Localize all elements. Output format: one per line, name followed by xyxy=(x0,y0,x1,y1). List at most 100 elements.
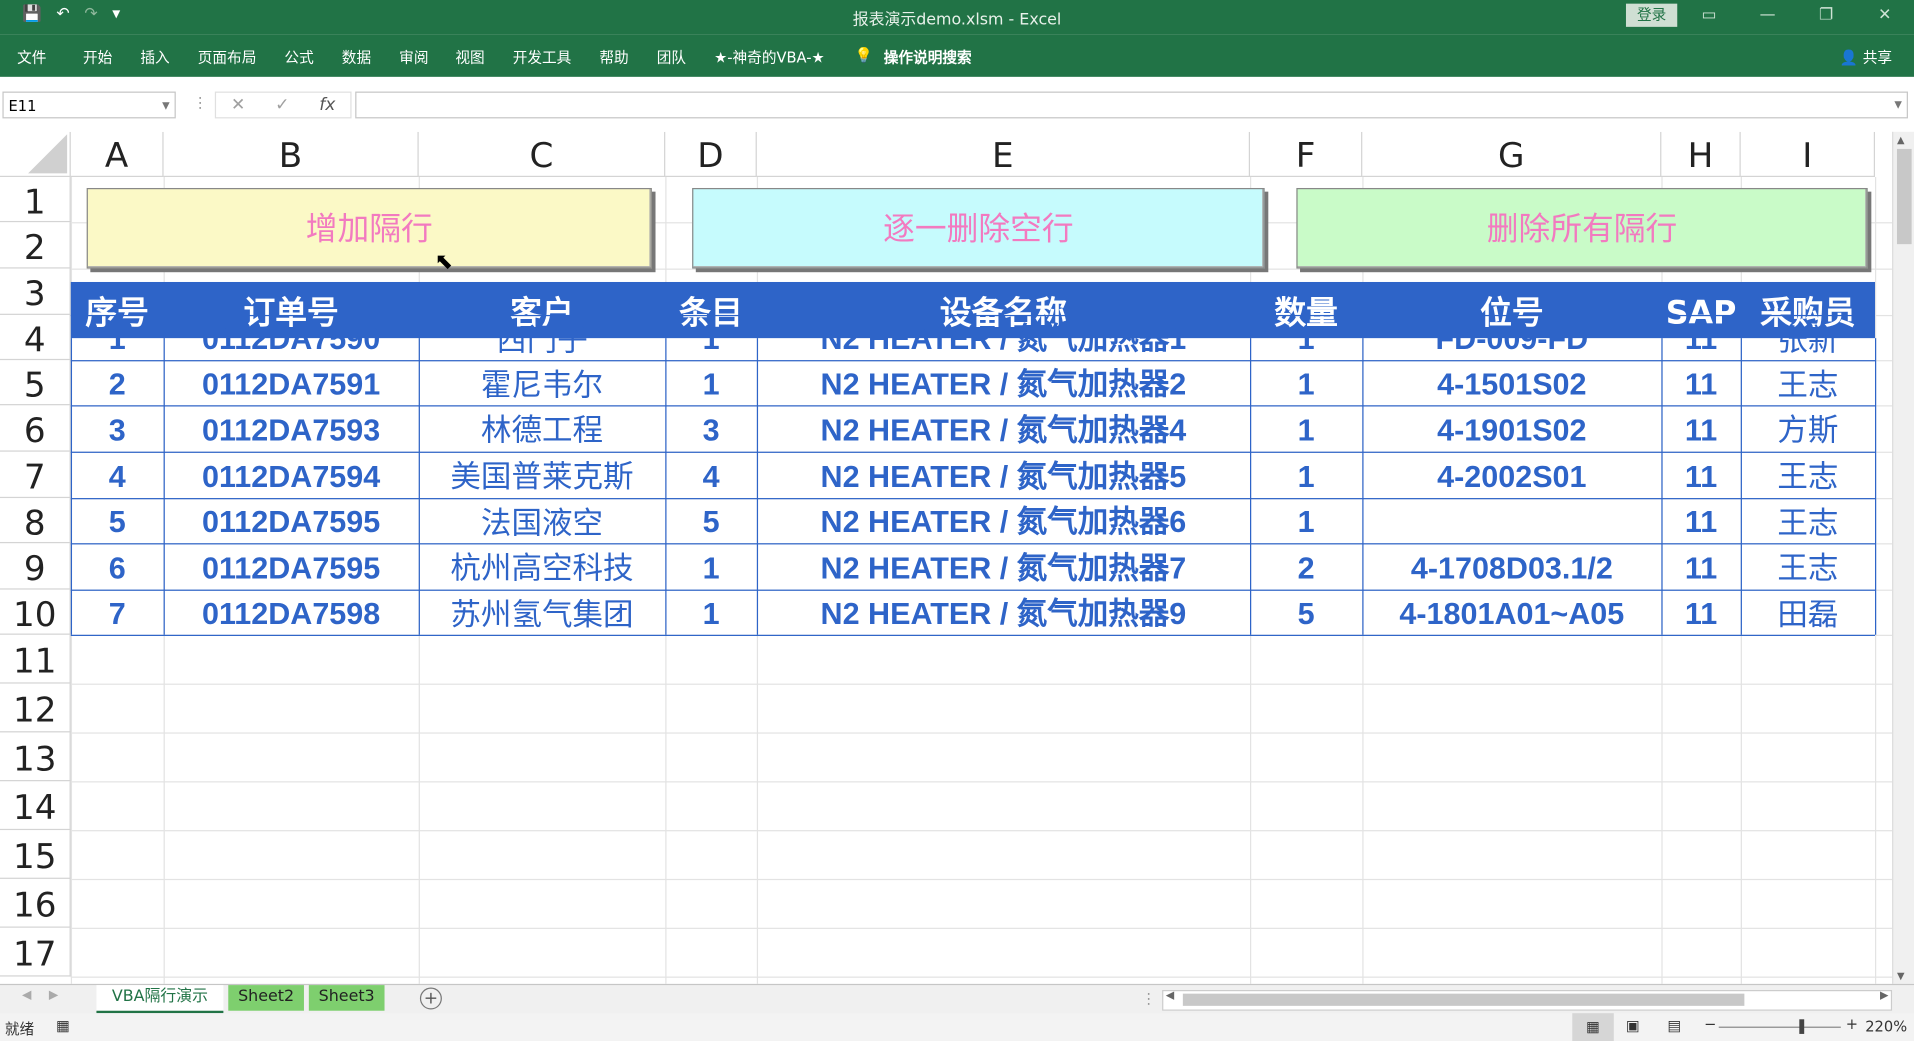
table-cell[interactable]: 1 xyxy=(665,590,757,635)
tab-vba[interactable]: ★-神奇的VBA-★ xyxy=(714,46,825,67)
minimize-icon[interactable]: — xyxy=(1738,0,1797,32)
table-cell[interactable]: 2 xyxy=(1250,543,1362,589)
zoom-slider-thumb[interactable] xyxy=(1799,1019,1805,1034)
row-header[interactable]: 10 xyxy=(0,589,71,635)
tab-file[interactable]: 文件 xyxy=(17,46,46,67)
row-header[interactable]: 17 xyxy=(0,927,71,977)
table-cell[interactable]: 4 xyxy=(71,452,164,498)
table-cell[interactable]: 11 xyxy=(1661,543,1740,589)
table-cell[interactable]: 0112DA7598 xyxy=(164,590,419,635)
tab-home[interactable]: 开始 xyxy=(83,46,112,67)
row-header[interactable]: 14 xyxy=(0,781,71,831)
column-header[interactable]: C xyxy=(418,131,666,178)
table-cell[interactable]: 王志 xyxy=(1741,360,1875,405)
row-header[interactable]: 4 xyxy=(0,314,71,361)
tab-scroll-right-icon[interactable]: ▶ xyxy=(49,989,58,1002)
tab-scroll-left-icon[interactable]: ◀ xyxy=(22,989,31,1002)
sheet-tab[interactable]: Sheet2 xyxy=(228,985,304,1011)
column-header[interactable]: D xyxy=(665,131,757,178)
table-cell[interactable]: N2 HEATER / 氮气加热器2 xyxy=(757,360,1250,405)
table-cell[interactable]: 11 xyxy=(1661,452,1740,498)
table-cell[interactable]: 4-1708D03.1/2 xyxy=(1362,543,1661,589)
table-cell[interactable]: 5 xyxy=(71,498,164,543)
row-header[interactable]: 8 xyxy=(0,498,71,544)
table-cell[interactable]: 11 xyxy=(1661,498,1740,543)
table-cell[interactable]: 0112DA7594 xyxy=(164,452,419,498)
row-header[interactable]: 12 xyxy=(0,683,71,733)
table-cell[interactable]: N2 HEATER / 氮气加热器4 xyxy=(757,405,1250,451)
table-cell[interactable]: 11 xyxy=(1661,360,1740,405)
table-cell[interactable]: 3 xyxy=(665,405,757,451)
table-cell[interactable]: 11 xyxy=(1661,315,1740,360)
name-box[interactable]: E11 ▼ xyxy=(2,91,176,120)
page-break-view-icon[interactable]: ▤ xyxy=(1667,1017,1681,1034)
table-cell[interactable]: 1 xyxy=(1250,405,1362,451)
normal-view-icon[interactable]: ▦ xyxy=(1572,1013,1614,1041)
table-cell[interactable]: 田磊 xyxy=(1741,590,1875,635)
tab-review[interactable]: 审阅 xyxy=(399,46,428,67)
table-cell[interactable]: 王志 xyxy=(1741,498,1875,543)
table-cell[interactable]: 霍尼韦尔 xyxy=(419,360,666,405)
zoom-in-icon[interactable]: + xyxy=(1846,1016,1858,1033)
share-button[interactable]: 👤 共享 xyxy=(1840,46,1892,67)
table-cell[interactable]: 王志 xyxy=(1741,452,1875,498)
tell-me-search[interactable]: 操作说明搜索 xyxy=(884,46,972,67)
column-header[interactable]: I xyxy=(1740,131,1875,178)
scroll-left-icon[interactable]: ◀ xyxy=(1166,990,1174,1002)
row-header[interactable]: 2 xyxy=(0,222,71,269)
table-cell[interactable]: N2 HEATER / 氮气加热器7 xyxy=(757,543,1250,589)
table-cell[interactable]: 4-1501S02 xyxy=(1362,360,1661,405)
table-cell[interactable]: 11 xyxy=(1661,405,1740,451)
table-cell[interactable]: 4-1801A01~A05 xyxy=(1362,590,1661,635)
table-cell[interactable] xyxy=(1362,498,1661,543)
table-cell[interactable]: 王志 xyxy=(1741,543,1875,589)
sheet-tab[interactable]: Sheet3 xyxy=(308,985,385,1011)
macro-button[interactable]: 增加隔行 xyxy=(86,187,652,269)
tab-developer[interactable]: 开发工具 xyxy=(513,46,572,67)
table-cell[interactable]: 0112DA7590 xyxy=(164,315,419,360)
tab-insert[interactable]: 插入 xyxy=(140,46,169,67)
table-cell[interactable]: N2 HEATER / 氮气加热器5 xyxy=(757,452,1250,498)
table-cell[interactable]: 1 xyxy=(1250,315,1362,360)
table-cell[interactable]: 西门子 xyxy=(419,315,666,360)
table-cell[interactable]: 5 xyxy=(665,498,757,543)
table-cell[interactable]: 0112DA7591 xyxy=(164,360,419,405)
column-header[interactable]: F xyxy=(1249,131,1363,178)
table-cell[interactable]: 杭州高空科技 xyxy=(419,543,666,589)
maximize-icon[interactable]: ❐ xyxy=(1797,0,1856,32)
drag-handle-icon[interactable]: ⋮ xyxy=(193,94,208,111)
zoom-level[interactable]: 220% xyxy=(1865,1018,1907,1035)
tab-data[interactable]: 数据 xyxy=(342,46,371,67)
table-cell[interactable]: FD-009-FD xyxy=(1362,315,1661,360)
vertical-scrollbar[interactable]: ▲ ▼ xyxy=(1892,131,1914,984)
table-cell[interactable]: 1 xyxy=(71,315,164,360)
formula-input[interactable]: ▼ xyxy=(355,91,1908,119)
column-header[interactable]: B xyxy=(163,131,419,178)
table-cell[interactable]: 0112DA7593 xyxy=(164,405,419,451)
tab-page-layout[interactable]: 页面布局 xyxy=(198,46,257,67)
tab-formulas[interactable]: 公式 xyxy=(284,46,313,67)
tab-help[interactable]: 帮助 xyxy=(599,46,628,67)
row-header[interactable]: 9 xyxy=(0,543,71,590)
scroll-down-icon[interactable]: ▼ xyxy=(1897,970,1905,981)
zoom-out-icon[interactable]: − xyxy=(1704,1016,1716,1033)
tab-team[interactable]: 团队 xyxy=(657,46,686,67)
table-cell[interactable]: 张新 xyxy=(1741,315,1875,360)
horizontal-scrollbar[interactable]: ◀ ▶ xyxy=(1162,989,1893,1011)
row-header[interactable]: 5 xyxy=(0,360,71,406)
table-cell[interactable]: N2 HEATER / 氮气加热器1 xyxy=(757,315,1250,360)
table-cell[interactable]: N2 HEATER / 氮气加热器9 xyxy=(757,590,1250,635)
row-header[interactable]: 15 xyxy=(0,830,71,879)
close-icon[interactable]: ✕ xyxy=(1855,0,1914,32)
scroll-up-icon[interactable]: ▲ xyxy=(1897,134,1905,145)
table-cell[interactable]: 1 xyxy=(1250,498,1362,543)
sheet-tab-active[interactable]: VBA隔行演示 xyxy=(96,985,224,1014)
table-cell[interactable]: 3 xyxy=(71,405,164,451)
chevron-down-icon[interactable]: ▼ xyxy=(162,93,170,120)
enter-icon[interactable]: ✓ xyxy=(275,95,289,115)
table-cell[interactable]: 4 xyxy=(665,452,757,498)
select-all-corner[interactable] xyxy=(0,131,71,178)
table-cell[interactable]: 1 xyxy=(1250,452,1362,498)
table-cell[interactable]: 1 xyxy=(1250,360,1362,405)
column-header[interactable]: H xyxy=(1661,131,1741,178)
